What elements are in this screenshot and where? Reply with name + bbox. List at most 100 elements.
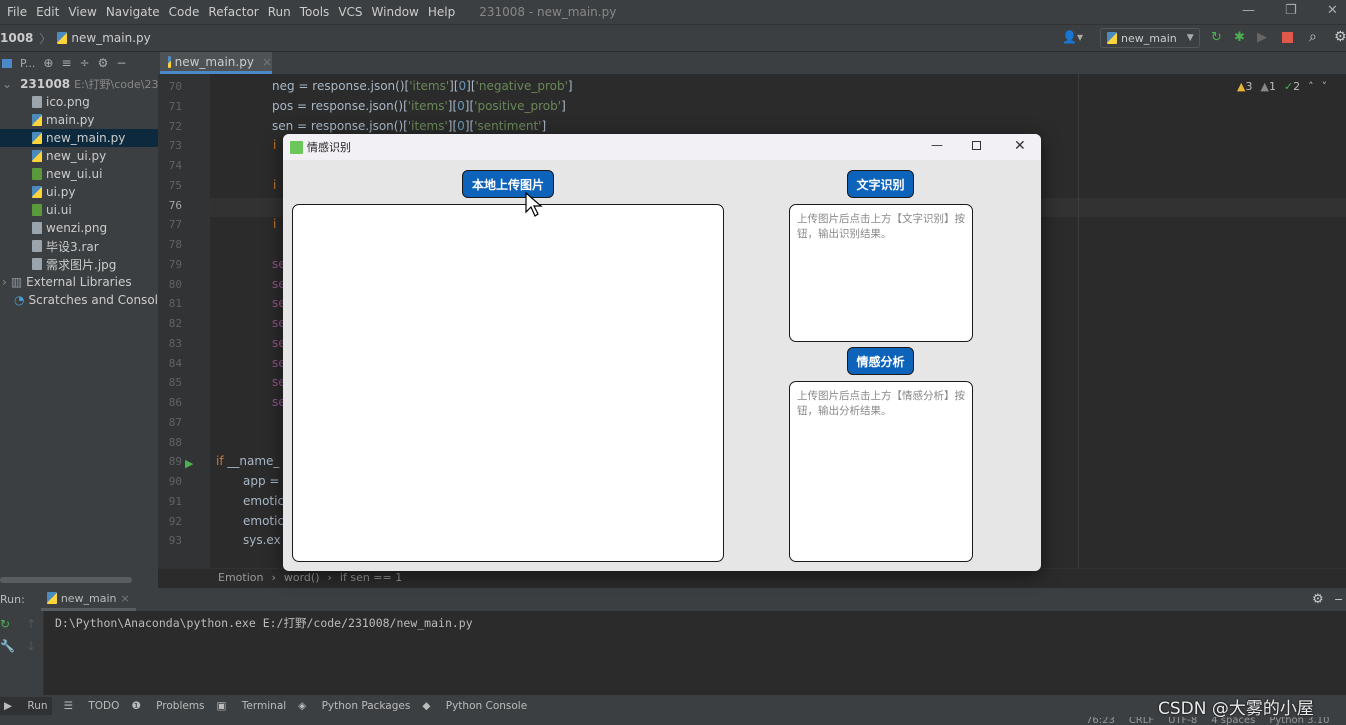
file-name: wenzi.png	[46, 221, 108, 235]
console-output[interactable]: D:\Python\Anaconda\python.exe E:/打野/code…	[0, 611, 1346, 695]
hide-icon[interactable]: −	[116, 56, 126, 70]
maximize-icon[interactable]	[972, 141, 981, 150]
code-token: ][	[449, 79, 459, 93]
tab-new-main-py[interactable]: new_main.py ×	[160, 52, 272, 74]
gear-icon[interactable]: ⚙	[98, 56, 109, 70]
toolwindow-run[interactable]: ▶ Run	[0, 697, 52, 715]
sentiment-button[interactable]: 情感分析	[847, 347, 914, 375]
crumb-class[interactable]: Emotion	[218, 571, 263, 584]
menu-navigate[interactable]: Navigate	[104, 5, 162, 19]
tree-scratches[interactable]: ◔ Scratches and Consoles	[0, 291, 158, 309]
code-token: pos = response.json()[	[272, 98, 408, 113]
tree-root[interactable]: ⌄ 231008 E:\打野\code\23	[0, 75, 158, 93]
tree-item[interactable]: new_ui.py	[0, 147, 158, 165]
line-number: 74	[168, 159, 182, 172]
label: Run	[27, 700, 48, 712]
line-number: 85	[168, 376, 182, 390]
toolwindow-todo[interactable]: ☰ TODO	[64, 700, 120, 712]
code-token: ][	[466, 79, 476, 93]
tree-item[interactable]: wenzi.png	[0, 219, 158, 237]
locate-icon[interactable]: ⊕	[43, 56, 53, 70]
scroll-down-icon[interactable]: ↓	[26, 639, 36, 653]
tree-item[interactable]: 需求图片.jpg	[0, 255, 158, 273]
run-tab-label: new_main	[60, 591, 117, 605]
gear-icon[interactable]: ⚙	[1334, 29, 1346, 45]
file-name: ui.py	[46, 185, 76, 199]
search-icon[interactable]: ⌕	[1309, 29, 1317, 45]
horizontal-scrollbar[interactable]	[0, 577, 132, 583]
crumb-function[interactable]: word()	[284, 571, 320, 584]
menu-tools[interactable]: Tools	[298, 5, 332, 19]
line-number: 88	[168, 435, 182, 449]
account-icon[interactable]: 👤▾	[1062, 30, 1083, 44]
toolwindow-python-packages[interactable]: ◈ Python Packages	[298, 700, 410, 712]
code-token: emotic	[243, 493, 285, 508]
image-preview	[292, 204, 724, 562]
code-token: 0	[457, 98, 465, 113]
chevron-up-icon[interactable]: ˄	[1308, 80, 1314, 93]
scroll-up-icon[interactable]: ↑	[26, 617, 36, 631]
line-number: 91	[168, 494, 182, 508]
cursor-position[interactable]: 76:23	[1086, 717, 1115, 725]
minimize-icon[interactable]: —	[931, 138, 943, 152]
run-gutter-icon[interactable]: ▶	[185, 457, 193, 470]
toolwindow-terminal[interactable]: ▣ Terminal	[217, 700, 287, 712]
close-tab-icon[interactable]: ×	[262, 55, 272, 69]
close-icon[interactable]: ✕	[1327, 3, 1338, 18]
run-config-selector[interactable]: new_main ▼	[1100, 28, 1200, 48]
breadcrumb-file[interactable]: new_main.py	[71, 31, 150, 45]
wrench-icon[interactable]: 🔧	[0, 639, 15, 653]
gear-icon[interactable]: ⚙	[1312, 592, 1324, 607]
line-separator[interactable]: CRLF	[1129, 717, 1154, 725]
toolwindow-problems[interactable]: ❶ Problems	[131, 700, 204, 712]
tree-item[interactable]: ico.png	[0, 93, 158, 111]
python-icon	[1107, 32, 1117, 44]
code-token: sys.ex	[243, 533, 281, 548]
menu-file[interactable]: File	[5, 5, 29, 19]
rerun-icon[interactable]: ↻	[0, 617, 10, 631]
stop-icon[interactable]	[1282, 32, 1293, 43]
menu-vcs[interactable]: VCS	[336, 5, 364, 19]
tree-item[interactable]: new_main.py	[0, 129, 158, 147]
python-file-icon	[32, 114, 42, 126]
minimize-icon[interactable]: —	[1242, 3, 1255, 18]
menu-refactor[interactable]: Refactor	[206, 5, 260, 19]
menu-view[interactable]: View	[66, 5, 98, 19]
close-tab-icon[interactable]: ×	[121, 592, 130, 605]
expand-all-icon[interactable]: ≡	[61, 56, 71, 70]
tree-item[interactable]: 毕设3.rar	[0, 237, 158, 255]
menu-window[interactable]: Window	[370, 5, 421, 19]
run-tab[interactable]: new_main ×	[40, 588, 136, 611]
ocr-output[interactable]: 上传图片后点击上方【文字识别】按钮，输出识别结果。	[789, 204, 973, 342]
code-token: ][	[464, 118, 475, 133]
restore-icon[interactable]: ❐	[1285, 3, 1297, 18]
code-token: 'items'	[407, 98, 448, 113]
tree-item[interactable]: main.py	[0, 111, 158, 129]
inspection-widget[interactable]: ▲3 ▲1 ✓2 ˄ ˅	[1237, 80, 1327, 93]
ocr-button[interactable]: 文字识别	[847, 170, 914, 198]
rerun-icon[interactable]: ↻	[1211, 30, 1222, 45]
coverage-icon[interactable]: ▶	[1257, 30, 1267, 45]
code-line: neg = response.json()['items'][0]['negat…	[272, 79, 573, 93]
menu-edit[interactable]: Edit	[34, 5, 61, 19]
collapse-all-icon[interactable]: ÷	[80, 56, 90, 70]
menu-help[interactable]: Help	[426, 5, 457, 19]
file-name: new_ui.ui	[46, 167, 103, 181]
tree-item[interactable]: ui.ui	[0, 201, 158, 219]
code-token: 'negative_prob'	[475, 79, 568, 93]
debug-icon[interactable]: ✱	[1234, 30, 1245, 45]
chevron-down-icon[interactable]: ˅	[1322, 80, 1328, 93]
tree-item[interactable]: ui.py	[0, 183, 158, 201]
menu-code[interactable]: Code	[167, 5, 202, 19]
hide-icon[interactable]: −	[1334, 593, 1343, 606]
project-view-selector[interactable]: P...	[20, 57, 35, 70]
sentiment-output[interactable]: 上传图片后点击上方【情感分析】按钮，输出分析结果。	[789, 381, 973, 562]
tree-item[interactable]: new_ui.ui	[0, 165, 158, 183]
crumb-statement[interactable]: if sen == 1	[340, 571, 402, 584]
tree-external-libraries[interactable]: › ▥ External Libraries	[0, 273, 158, 291]
close-icon[interactable]: ✕	[1014, 138, 1026, 154]
toolwindow-python-console[interactable]: ◆ Python Console	[422, 700, 527, 712]
menu-run[interactable]: Run	[266, 5, 293, 19]
python-icon	[46, 592, 57, 604]
breadcrumb-project[interactable]: 1008	[0, 31, 33, 45]
